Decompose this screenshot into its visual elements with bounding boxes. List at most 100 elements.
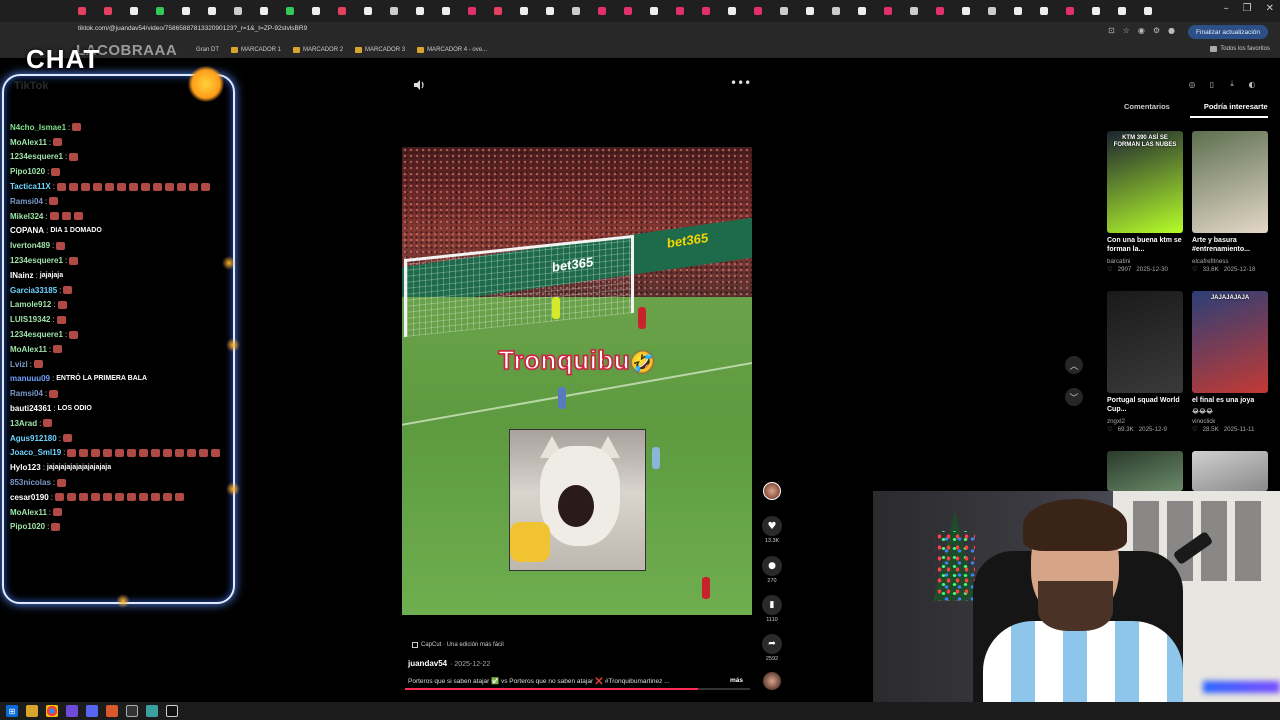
obs-icon[interactable] [126, 705, 138, 717]
browser-tab[interactable] [564, 3, 590, 19]
chat-text: jajajajajajajajajajaja [46, 464, 112, 472]
browser-tab[interactable] [850, 3, 876, 19]
creator-avatar[interactable] [762, 482, 782, 500]
browser-tab[interactable] [382, 3, 408, 19]
previous-video-button[interactable]: ︿ [1065, 356, 1083, 374]
install-icon[interactable]: ⊡ [1108, 26, 1115, 35]
browser-tab[interactable] [798, 3, 824, 19]
capcut-link[interactable]: CapCut · Una edición más fácil [412, 642, 504, 648]
browser-tab[interactable] [304, 3, 330, 19]
theme-icon[interactable]: ◐ [1246, 78, 1258, 90]
browser-tab[interactable] [668, 3, 694, 19]
device-icon[interactable]: ▯ [1206, 78, 1218, 90]
browser-tab[interactable] [122, 3, 148, 19]
browser-tab[interactable] [486, 3, 512, 19]
puzzle-icon[interactable]: ⚙ [1153, 26, 1160, 35]
share-button[interactable]: ➦ 2592 [760, 634, 784, 662]
more-options-icon[interactable]: ••• [730, 76, 751, 90]
bookmark-marcador-3[interactable]: MARCADOR 3 [355, 47, 405, 53]
star-icon[interactable]: ☆ [1123, 26, 1130, 35]
chrome-icon[interactable] [46, 705, 58, 717]
browser-tab[interactable] [96, 3, 122, 19]
volume-icon[interactable] [412, 78, 426, 92]
browser-tab[interactable] [694, 3, 720, 19]
browser-tab[interactable] [1006, 3, 1032, 19]
browser-tab[interactable] [980, 3, 1006, 19]
browser-tab[interactable] [174, 3, 200, 19]
browser-tab[interactable] [928, 3, 954, 19]
browser-tab[interactable] [590, 3, 616, 19]
browser-tab[interactable] [876, 3, 902, 19]
bookmark-marcador-4[interactable]: MARCADOR 4 - ove... [417, 47, 487, 53]
chat-emote-icon [165, 182, 175, 191]
extension-icon[interactable]: ◉ [1138, 26, 1145, 35]
browser-tab[interactable] [902, 3, 928, 19]
target-icon[interactable]: ◎ [1186, 78, 1198, 90]
browser-tab[interactable] [356, 3, 382, 19]
chat-message: Agus912180: [10, 431, 235, 446]
browser-tab[interactable] [746, 3, 772, 19]
minimize-icon[interactable]: – [1224, 3, 1229, 14]
next-video-button[interactable]: ﹀ [1065, 388, 1083, 406]
recommended-video-card[interactable] [1192, 451, 1268, 491]
chat-separator: : [52, 241, 55, 251]
download-icon[interactable]: ⤓ [1226, 78, 1238, 90]
browser-tab[interactable] [330, 3, 356, 19]
app-icon[interactable] [106, 705, 118, 717]
recommended-video-card[interactable]: Portugal squad World Cup... zngxl2 ♡ 69.3K 2… [1107, 291, 1183, 433]
browser-tab[interactable] [200, 3, 226, 19]
all-bookmarks[interactable]: Todos los favoritos [1210, 46, 1270, 52]
browser-tab[interactable] [512, 3, 538, 19]
video-player[interactable]: bet365 bet365 Tronquibu🤣 [402, 147, 752, 615]
windows-icon[interactable]: ⊞ [6, 705, 18, 717]
bookmark-marcador-2[interactable]: MARCADOR 2 [293, 47, 343, 53]
browser-tab[interactable] [824, 3, 850, 19]
browser-tab[interactable] [772, 3, 798, 19]
save-button[interactable]: ▮ 1110 [760, 595, 784, 623]
browser-tab[interactable] [460, 3, 486, 19]
browser-tab[interactable] [278, 3, 304, 19]
close-icon[interactable]: ✕ [1266, 3, 1274, 14]
browser-tab[interactable] [538, 3, 564, 19]
video-progress[interactable] [405, 688, 750, 690]
discord-icon[interactable] [86, 705, 98, 717]
browser-tab[interactable] [148, 3, 174, 19]
browser-tab[interactable] [1136, 3, 1162, 19]
browser-tab[interactable] [408, 3, 434, 19]
chat-separator: : [48, 344, 52, 354]
browser-tab[interactable] [954, 3, 980, 19]
update-button[interactable]: Finalizar actualización [1188, 25, 1268, 39]
terminal-icon[interactable] [166, 705, 178, 717]
recommended-video-card[interactable]: JAJAJAJAJA el final es una joya 😂😂😂 vinocli… [1192, 291, 1268, 433]
browser-tab[interactable] [226, 3, 252, 19]
tab-podria-interesarte[interactable]: Podría interesarte [1189, 102, 1268, 118]
tab-comentarios[interactable]: Comentarios [1110, 102, 1170, 118]
comment-button[interactable]: ● 270 [760, 556, 784, 584]
bookmark-marcador-1[interactable]: MARCADOR 1 [231, 47, 281, 53]
maximize-icon[interactable]: ❐ [1243, 3, 1252, 14]
chat-username: Lamole912 [10, 300, 52, 310]
recommended-video-card[interactable]: Arte y basura #entrenamiento... elcafrefi… [1192, 131, 1268, 273]
browser-tab[interactable] [1058, 3, 1084, 19]
browser-tab[interactable] [70, 3, 96, 19]
maps-icon[interactable] [146, 705, 158, 717]
video-author[interactable]: juandav54 · 2025-12-22 [408, 659, 490, 668]
browser-tab[interactable] [616, 3, 642, 19]
browser-tab[interactable] [434, 3, 460, 19]
app-icon[interactable] [66, 705, 78, 717]
browser-tab[interactable] [1032, 3, 1058, 19]
file-explorer-icon[interactable] [26, 705, 38, 717]
browser-tab[interactable] [1084, 3, 1110, 19]
browser-tab[interactable] [1110, 3, 1136, 19]
profile-icon[interactable]: ● [1168, 26, 1175, 35]
recommended-video-card[interactable] [1107, 451, 1183, 491]
bookmark-gran-dt[interactable]: Gran DT [196, 47, 219, 53]
music-avatar[interactable] [763, 672, 781, 690]
recommended-video-card[interactable]: KTM 390 ASÍ SE FORMAN LAS NUBES Con una b… [1107, 131, 1183, 273]
more-button[interactable]: más [730, 677, 743, 684]
browser-tab[interactable] [720, 3, 746, 19]
browser-tab[interactable] [252, 3, 278, 19]
browser-tab[interactable] [642, 3, 668, 19]
like-button[interactable]: ♥ 13.3K [760, 516, 784, 544]
url-field[interactable]: tiktok.com/@juandav54/video/758658878133… [78, 25, 307, 32]
